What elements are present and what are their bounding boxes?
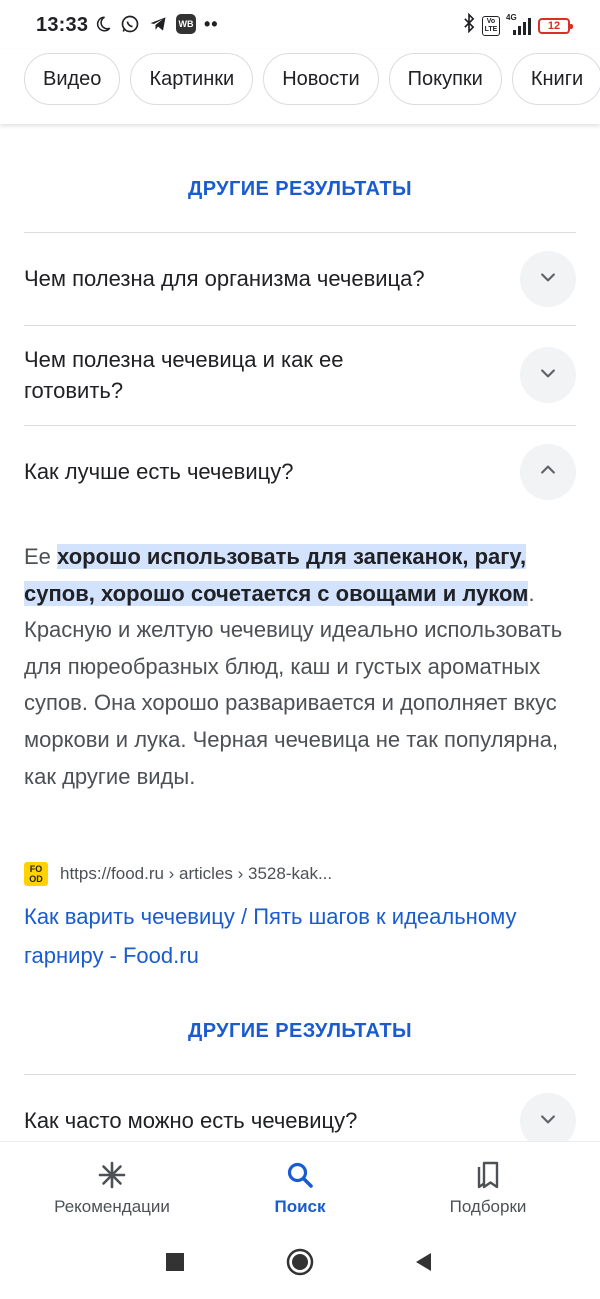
answer-highlight: хорошо использовать для запеканок, рагу,… [24, 544, 529, 606]
chevron-up-icon [538, 460, 558, 485]
status-time: 13:33 [36, 14, 89, 36]
expand-button[interactable] [520, 1093, 576, 1141]
bottom-navigation: Рекомендации Поиск Подборки [0, 1141, 600, 1227]
chip-news[interactable]: Новости [263, 53, 379, 105]
system-navigation-bar [0, 1227, 600, 1299]
battery-indicator: 12 [538, 17, 573, 34]
home-button[interactable] [285, 1248, 315, 1281]
chevron-down-icon [538, 363, 558, 388]
chip-shopping[interactable]: Покупки [388, 53, 502, 105]
chip-books[interactable]: Книги [511, 53, 600, 105]
collapse-button[interactable] [520, 444, 576, 500]
expand-button[interactable] [520, 347, 576, 403]
faq-answer: Ее хорошо использовать для запеканок, ра… [24, 539, 576, 795]
nav-label: Рекомендации [54, 1197, 170, 1216]
bluetooth-icon [462, 12, 476, 38]
whatsapp-icon [120, 14, 140, 34]
faq-item[interactable]: Чем полезна чечевица и как ее готовить? [24, 326, 576, 425]
faq-item[interactable]: Чем полезна для организма чечевица? [24, 233, 576, 325]
more-notifications-icon: •• [204, 14, 219, 34]
expand-button[interactable] [520, 251, 576, 307]
result-source[interactable]: FO OD https://food.ru › articles › 3528-… [24, 862, 332, 886]
result-url: https://food.ru › articles › 3528-kak... [60, 864, 333, 883]
answer-suffix: . Красную и желтую чечевицу идеально исп… [24, 580, 563, 789]
recents-button[interactable] [160, 1249, 190, 1279]
asterisk-icon [95, 1158, 129, 1192]
chip-images[interactable]: Картинки [130, 53, 254, 105]
volte-icon: Vo LTE [482, 15, 500, 36]
chevron-down-icon [538, 1109, 558, 1134]
chip-video[interactable]: Видео [24, 53, 121, 105]
faq-question: Чем полезна для организма чечевица? [24, 266, 425, 291]
telegram-icon [148, 14, 168, 34]
status-bar: 13:33 WB •• Vo LTE 4G 12 [0, 0, 600, 50]
answer-prefix: Ее [24, 544, 58, 569]
more-results-link[interactable]: ДРУГИЕ РЕЗУЛЬТАТЫ [0, 178, 600, 201]
square-icon [165, 1252, 185, 1277]
faq-question: Как лучше есть чечевицу? [24, 459, 294, 484]
faq-question: Как часто можно есть чечевицу? [24, 1108, 358, 1133]
search-icon [283, 1158, 317, 1192]
nav-label-active: Поиск [274, 1197, 326, 1216]
collections-icon [471, 1158, 505, 1192]
nav-search[interactable]: Поиск [200, 1142, 400, 1228]
signal-icon: 4G [506, 13, 532, 37]
search-filter-bar: Видео Картинки Новости Покупки Книги [0, 50, 600, 124]
circle-icon [286, 1248, 314, 1281]
back-triangle-icon [413, 1251, 433, 1278]
nav-label: Подборки [449, 1197, 527, 1216]
result-title-link[interactable]: Как варить чечевицу / Пять шагов к идеал… [24, 897, 584, 975]
faq-question: Чем полезна чечевица и как ее готовить? [24, 347, 344, 403]
more-results-link[interactable]: ДРУГИЕ РЕЗУЛЬТАТЫ [0, 1020, 600, 1043]
wb-app-icon: WB [176, 14, 196, 34]
site-favicon: FO OD [24, 862, 48, 886]
moon-icon [94, 15, 112, 33]
chevron-down-icon [538, 267, 558, 292]
system-status-icons: Vo LTE 4G 12 [462, 12, 573, 38]
notification-icons: WB •• [94, 14, 219, 34]
nav-collections[interactable]: Подборки [388, 1142, 588, 1228]
faq-item-expanded[interactable]: Как лучше есть чечевицу? [24, 426, 576, 518]
faq-item[interactable]: Как часто можно есть чечевицу? [24, 1075, 576, 1141]
nav-recommendations[interactable]: Рекомендации [12, 1142, 212, 1228]
back-button[interactable] [408, 1249, 438, 1279]
